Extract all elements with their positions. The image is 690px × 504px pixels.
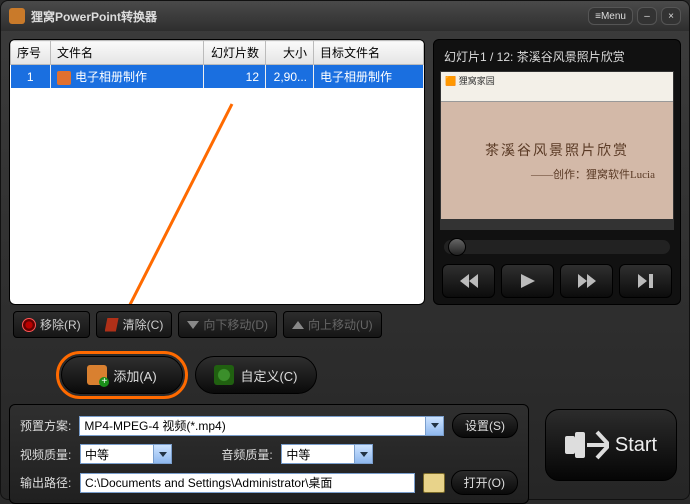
file-table: 序号 文件名 幻灯片数 大小 目标文件名 1 电子相册制作 12 2,90...…: [9, 39, 425, 305]
playback-controls: [440, 258, 674, 298]
table-row[interactable]: 1 电子相册制作 12 2,90... 电子相册制作: [11, 65, 424, 89]
preset-label: 预置方案:: [20, 417, 71, 434]
prev-button[interactable]: [442, 264, 495, 298]
titlebar: 狸窝PowerPoint转换器 ≡Menu – ×: [1, 1, 689, 31]
seek-slider[interactable]: [444, 240, 670, 254]
cell-target: 电子相册制作: [314, 65, 424, 89]
video-quality-label: 视频质量:: [20, 446, 72, 463]
app-window: 狸窝PowerPoint转换器 ≡Menu – × 序号 文件名 幻灯片数 大小…: [0, 0, 690, 500]
col-slides[interactable]: 幻灯片数: [204, 41, 266, 65]
output-path-label: 输出路径:: [20, 474, 72, 491]
list-toolbar: 移除(R) 清除(C) 向下移动(D) 向上移动(U): [9, 305, 425, 338]
add-button[interactable]: 添加(A): [61, 356, 183, 394]
app-logo-icon: [9, 8, 25, 24]
clear-button[interactable]: 清除(C): [96, 311, 173, 338]
customize-button[interactable]: 自定义(C): [195, 356, 317, 394]
ppt-icon: [57, 71, 71, 85]
remove-button[interactable]: 移除(R): [13, 311, 90, 338]
cell-slides: 12: [204, 65, 266, 89]
close-button[interactable]: ×: [661, 7, 681, 25]
app-title: 狸窝PowerPoint转换器: [31, 8, 157, 25]
output-path-input[interactable]: C:\Documents and Settings\Administrator\…: [80, 473, 415, 493]
start-button[interactable]: Start: [545, 409, 677, 481]
audio-quality-combo[interactable]: 中等: [281, 444, 373, 464]
main-actions: 添加(A) 自定义(C): [1, 346, 689, 400]
cell-size: 2,90...: [266, 65, 314, 89]
open-button[interactable]: 打开(O): [451, 470, 518, 495]
preset-combo[interactable]: MP4-MPEG-4 视频(*.mp4): [79, 416, 444, 436]
video-quality-combo[interactable]: 中等: [80, 444, 172, 464]
minimize-button[interactable]: –: [637, 7, 657, 25]
chevron-down-icon: [153, 445, 171, 463]
preview-panel: 幻灯片1 / 12: 茶溪谷风景照片欣赏 🟧 狸窝家园 茶溪谷风景照片欣赏 ——…: [433, 39, 681, 338]
customize-icon: [214, 365, 234, 385]
col-size[interactable]: 大小: [266, 41, 314, 65]
slide-subtitle: ——创作：狸窝软件Lucia: [531, 166, 655, 182]
cell-name: 电子相册制作: [51, 65, 204, 89]
menu-button[interactable]: ≡Menu: [588, 7, 633, 25]
next-button[interactable]: [560, 264, 613, 298]
move-down-button[interactable]: 向下移动(D): [178, 311, 277, 338]
add-icon: [87, 365, 107, 385]
browse-button[interactable]: [423, 473, 445, 493]
clear-icon: [105, 318, 119, 332]
move-up-button[interactable]: 向上移动(U): [283, 311, 382, 338]
col-name[interactable]: 文件名: [51, 41, 204, 65]
chevron-down-icon: [354, 445, 372, 463]
chevron-down-icon: [425, 417, 443, 435]
cell-num: 1: [11, 65, 51, 89]
slide-header: 🟧 狸窝家园: [441, 72, 673, 102]
seek-thumb[interactable]: [448, 238, 466, 256]
arrow-down-icon: [187, 321, 199, 329]
col-target[interactable]: 目标文件名: [314, 41, 424, 65]
slide-title: 茶溪谷风景照片欣赏: [485, 140, 629, 160]
output-settings: 预置方案: MP4-MPEG-4 视频(*.mp4) 设置(S) 视频质量: 中…: [9, 404, 529, 504]
audio-quality-label: 音频质量:: [221, 446, 273, 463]
annotation-arrow-icon: [92, 96, 252, 305]
settings-button[interactable]: 设置(S): [452, 413, 518, 438]
slide-counter-label: 幻灯片1 / 12: 茶溪谷风景照片欣赏: [440, 46, 674, 71]
play-button[interactable]: [501, 264, 554, 298]
start-arrow-icon: [565, 428, 609, 462]
arrow-up-icon: [292, 321, 304, 329]
file-panel: 序号 文件名 幻灯片数 大小 目标文件名 1 电子相册制作 12 2,90...…: [9, 39, 425, 338]
start-label: Start: [615, 434, 657, 457]
col-num[interactable]: 序号: [11, 41, 51, 65]
slide-preview: 🟧 狸窝家园 茶溪谷风景照片欣赏 ——创作：狸窝软件Lucia: [440, 71, 674, 230]
end-button[interactable]: [619, 264, 672, 298]
remove-icon: [22, 318, 36, 332]
